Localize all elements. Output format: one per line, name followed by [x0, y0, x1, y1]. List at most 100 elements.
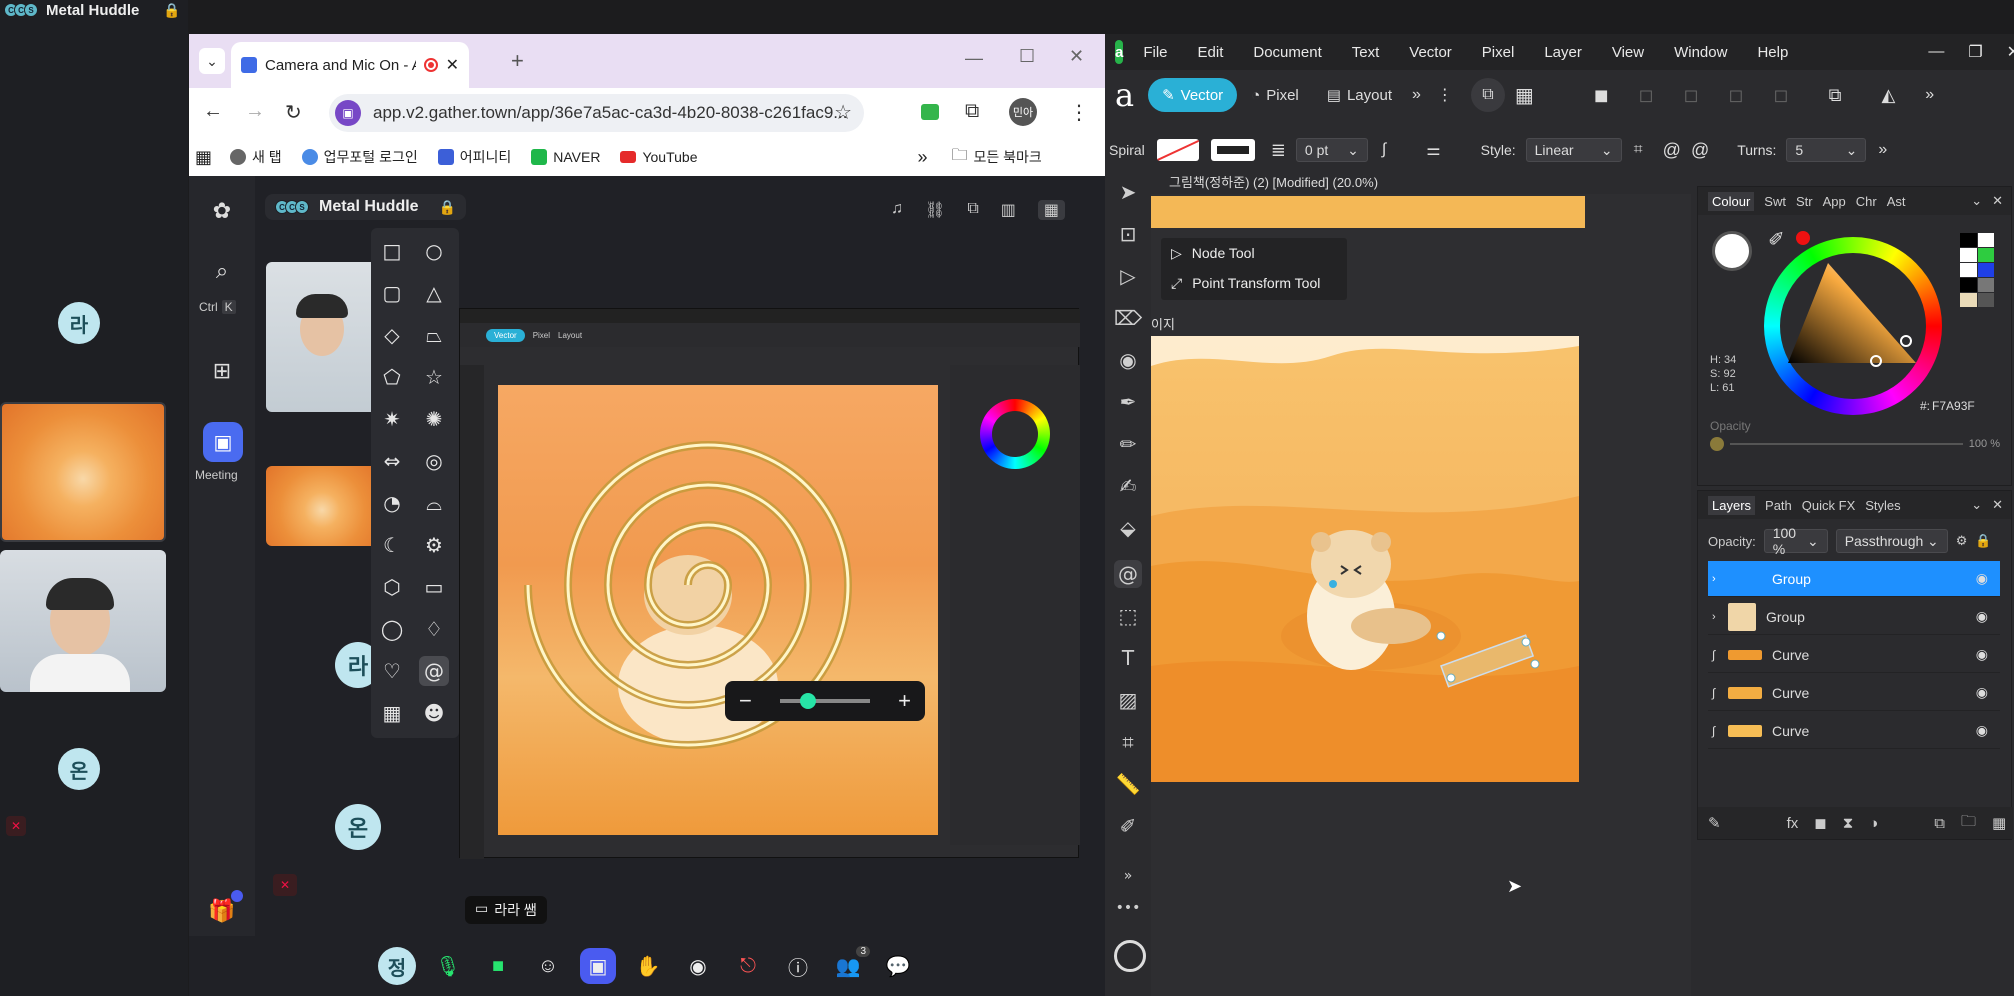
tab-quick-fx[interactable]: Quick FX — [1802, 498, 1855, 513]
spiral-tool-icon[interactable]: @ — [1114, 560, 1142, 588]
hand-icon[interactable]: ✋ — [630, 948, 666, 984]
participant-video-tile[interactable] — [0, 550, 166, 692]
bookmark-portal[interactable]: 업무포털 로그인 — [301, 147, 418, 167]
panel-menu-icon[interactable]: ⌄ — [1971, 497, 1982, 513]
boolean-divide-icon[interactable]: ◻ — [1774, 85, 1789, 106]
profile-avatar[interactable]: 민아 — [1009, 98, 1037, 126]
shared-screen-thumbnail[interactable] — [266, 466, 378, 546]
square-star-icon[interactable]: ✷ — [381, 407, 403, 431]
group-icon[interactable]: 🗀 — [1961, 811, 1976, 836]
maximize-icon[interactable]: ☐ — [1019, 46, 1035, 67]
ellipsis-icon[interactable]: ••• — [1114, 894, 1142, 922]
more-tools-icon[interactable]: » — [1114, 862, 1142, 890]
participant-avatar-ra[interactable]: 라 — [58, 302, 100, 344]
chat-icon[interactable]: 💬 — [880, 948, 916, 984]
bookmark-new-tab[interactable]: 새 탭 — [230, 147, 282, 167]
segment-icon[interactable]: ⌓ — [423, 491, 445, 515]
extensions-puzzle-icon[interactable]: ⧉ — [965, 100, 979, 123]
menu-edit[interactable]: Edit — [1198, 44, 1224, 61]
participant-video-tile[interactable] — [266, 262, 378, 412]
more-personas-icon[interactable]: » — [1412, 86, 1421, 104]
emoji-icon[interactable]: ☺ — [530, 948, 566, 984]
visibility-eye-icon[interactable]: ◉ — [1976, 608, 1988, 625]
stroke-width-select[interactable]: 0 pt ⌄ — [1295, 138, 1368, 162]
microphone-icon[interactable]: 🎙 — [430, 948, 466, 984]
maximize-icon[interactable]: ❐ — [1968, 42, 1982, 62]
style-select[interactable]: Linear ⌄ — [1525, 138, 1622, 162]
ellipse-icon[interactable]: ○ — [423, 239, 445, 263]
persona-pixel[interactable]: ◔ Pixel — [1237, 78, 1313, 112]
browser-tab-active[interactable]: Camera and Mic On - Affi ✕ — [231, 42, 469, 88]
stroke-style-icon[interactable]: ≣ — [1271, 140, 1286, 161]
ruler-tool-icon[interactable]: 📏 — [1114, 770, 1142, 798]
apps-grid-icon[interactable]: ▦ — [195, 147, 212, 168]
fx-icon[interactable]: fx — [1787, 815, 1799, 832]
grid-icon[interactable]: ▦ — [1515, 83, 1534, 108]
rounded-rectangle-icon[interactable]: ▢ — [381, 281, 403, 305]
share-screen-icon[interactable]: ▣ — [580, 948, 616, 984]
heart-icon[interactable]: ♡ — [381, 659, 403, 683]
new-tab-button[interactable]: + — [511, 48, 524, 74]
spiral-icon[interactable]: @ — [419, 656, 449, 686]
image-tool-icon[interactable]: ▨ — [1114, 686, 1142, 714]
adjustment-icon[interactable]: ⧗ — [1843, 815, 1854, 832]
self-avatar[interactable]: 정 — [378, 947, 416, 985]
participant-avatar-on[interactable]: 온 — [335, 804, 381, 850]
tab-list-chevron-icon[interactable]: ⌄ — [199, 48, 225, 74]
pie-icon[interactable]: ◔ — [381, 491, 403, 515]
extension-icon[interactable] — [921, 104, 939, 120]
address-bar[interactable]: ▣ app.v2.gather.town/app/36e7a5ac-ca3d-4… — [329, 94, 864, 132]
panel-menu-icon[interactable]: ⌄ — [1971, 193, 1982, 209]
visibility-eye-icon[interactable]: ◉ — [1976, 570, 1988, 587]
artboard-tool-icon[interactable]: ⊡ — [1114, 220, 1142, 248]
menu-window[interactable]: Window — [1674, 44, 1727, 61]
tab-character[interactable]: Chr — [1856, 194, 1877, 209]
visibility-eye-icon[interactable]: ◉ — [1976, 684, 1988, 701]
camera-icon[interactable]: ■ — [480, 948, 516, 984]
spiral-anticlockwise-icon[interactable]: @ — [1691, 140, 1709, 161]
close-tab-icon[interactable]: ✕ — [446, 55, 459, 75]
pencil-tool-icon[interactable]: ✏ — [1114, 430, 1142, 458]
zoom-in-button[interactable]: + — [898, 688, 911, 714]
more-bookmarks-icon[interactable]: » — [917, 147, 927, 168]
more-icon[interactable]: » — [1878, 141, 1887, 159]
pentagon-icon[interactable]: ⬠ — [381, 365, 403, 389]
diamond-icon[interactable]: ◇ — [381, 323, 403, 347]
tab-layers[interactable]: Layers — [1708, 495, 1756, 515]
tear-icon[interactable]: ♢ — [423, 617, 445, 641]
menu-layer[interactable]: Layer — [1544, 44, 1582, 61]
eyedropper-icon[interactable]: ✐ — [1768, 227, 1785, 252]
donut-icon[interactable]: ◎ — [423, 449, 445, 473]
star-icon[interactable]: ☆ — [423, 365, 445, 389]
text-tool-icon[interactable]: T — [1114, 644, 1142, 672]
record-icon[interactable]: ◉ — [680, 948, 716, 984]
site-camera-icon[interactable]: ▣ — [335, 100, 361, 126]
music-icon[interactable]: ♫ — [891, 200, 903, 220]
bookmark-affinity[interactable]: 어피니티 — [437, 147, 511, 167]
stroke-options-icon[interactable]: ⚌ — [1426, 140, 1440, 160]
menu-view[interactable]: View — [1612, 44, 1644, 61]
transform-icon[interactable]: ⌗ — [1634, 141, 1643, 159]
node-tool-icon[interactable]: ▷ — [1114, 262, 1142, 290]
close-window-icon[interactable]: ✕ — [1069, 46, 1084, 67]
boolean-xor-icon[interactable]: ◻ — [1729, 85, 1744, 106]
menu-pixel[interactable]: Pixel — [1482, 44, 1515, 61]
flip-icon[interactable]: ◭ — [1881, 85, 1895, 106]
bookmark-star-icon[interactable]: ☆ — [834, 100, 852, 125]
fill-tool-icon[interactable]: ⬙ — [1114, 514, 1142, 542]
zoom-out-button[interactable]: − — [739, 688, 752, 714]
persona-layout[interactable]: ▤ Layout — [1313, 78, 1406, 112]
pen-tool-icon[interactable]: ✒ — [1114, 388, 1142, 416]
boolean-subtract-icon[interactable]: ◻ — [1639, 85, 1654, 106]
link-icon[interactable]: ⛓ — [925, 200, 945, 220]
pixel-layer-icon[interactable]: ▦ — [1992, 814, 2006, 832]
menu-kebab-icon[interactable]: ⋮ — [1069, 100, 1089, 125]
layer-row-curve[interactable]: ∫ Curve ◉ — [1708, 713, 2000, 749]
boolean-add-icon[interactable]: ◼ — [1594, 85, 1609, 106]
gather-logo-icon[interactable]: ✿ — [207, 196, 237, 226]
fill-swatch[interactable] — [1156, 139, 1199, 161]
visibility-eye-icon[interactable]: ◉ — [1976, 646, 1988, 663]
layer-opacity-select[interactable]: 100 % ⌄ — [1763, 525, 1828, 557]
layer-row-curve[interactable]: ∫ Curve ◉ — [1708, 637, 2000, 673]
tab-appearance[interactable]: App — [1823, 194, 1846, 209]
